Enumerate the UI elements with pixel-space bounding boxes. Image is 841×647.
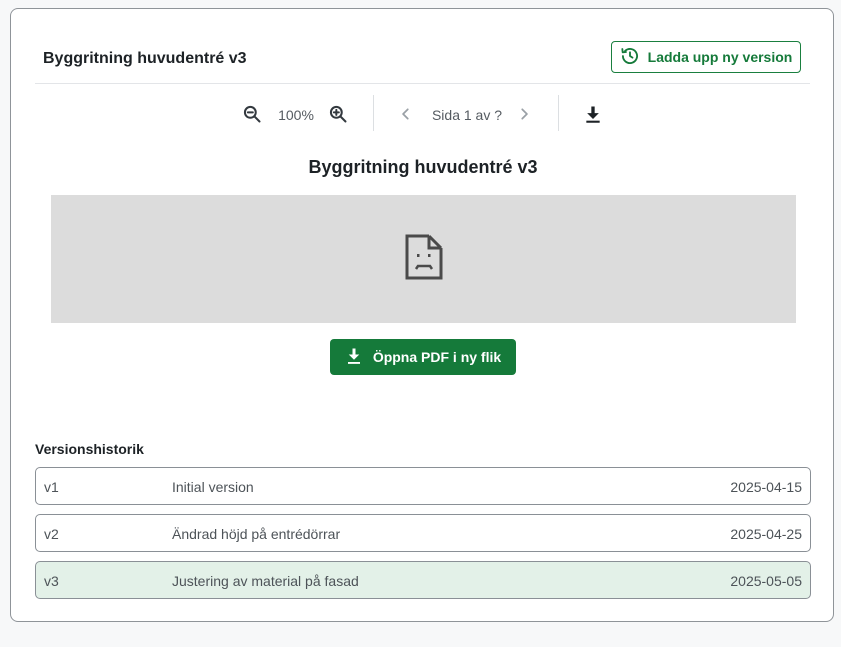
version-id: v1 [44, 479, 59, 495]
zoom-in-icon[interactable] [327, 103, 349, 125]
version-row-v3[interactable]: v3 Justering av material på fasad 2025-0… [35, 561, 811, 599]
page-indicator: Sida 1 av ? [431, 107, 503, 123]
download-icon[interactable] [582, 103, 604, 125]
version-row-v1[interactable]: v1 Initial version 2025-04-15 [35, 467, 811, 505]
version-history-heading: Versionshistorik [35, 441, 144, 457]
version-description: Ändrad höjd på entrédörrar [172, 526, 341, 542]
version-description: Justering av material på fasad [172, 573, 359, 589]
open-pdf-label: Öppna PDF i ny flik [372, 349, 502, 365]
previous-page-icon[interactable] [397, 105, 415, 123]
document-card: Byggritning huvudentré v3 Ladda upp ny v… [10, 8, 834, 622]
upload-new-version-label: Ladda upp ny version [647, 49, 793, 65]
next-page-icon[interactable] [515, 105, 533, 123]
pdf-toolbar: 100% Sida 1 av ? [11, 95, 835, 135]
download-icon [345, 347, 363, 368]
zoom-out-icon[interactable] [241, 103, 263, 125]
version-date: 2025-04-25 [730, 526, 802, 542]
history-icon [620, 46, 640, 69]
version-description: Initial version [172, 479, 254, 495]
version-id: v3 [44, 573, 59, 589]
toolbar-divider [558, 95, 559, 131]
pdf-preview-area [51, 195, 796, 323]
viewer-title: Byggritning huvudentré v3 [308, 157, 538, 177]
version-date: 2025-04-15 [730, 479, 802, 495]
card-header: Byggritning huvudentré v3 Ladda upp ny v… [35, 37, 810, 84]
document-title: Byggritning huvudentré v3 [43, 50, 247, 67]
broken-document-icon [405, 234, 443, 285]
version-row-v2[interactable]: v2 Ändrad höjd på entrédörrar 2025-04-25 [35, 514, 811, 552]
zoom-level: 100% [278, 107, 314, 123]
upload-new-version-button[interactable]: Ladda upp ny version [611, 41, 801, 73]
toolbar-divider [373, 95, 374, 131]
open-pdf-new-tab-button[interactable]: Öppna PDF i ny flik [330, 339, 516, 375]
version-id: v2 [44, 526, 59, 542]
version-date: 2025-05-05 [730, 573, 802, 589]
